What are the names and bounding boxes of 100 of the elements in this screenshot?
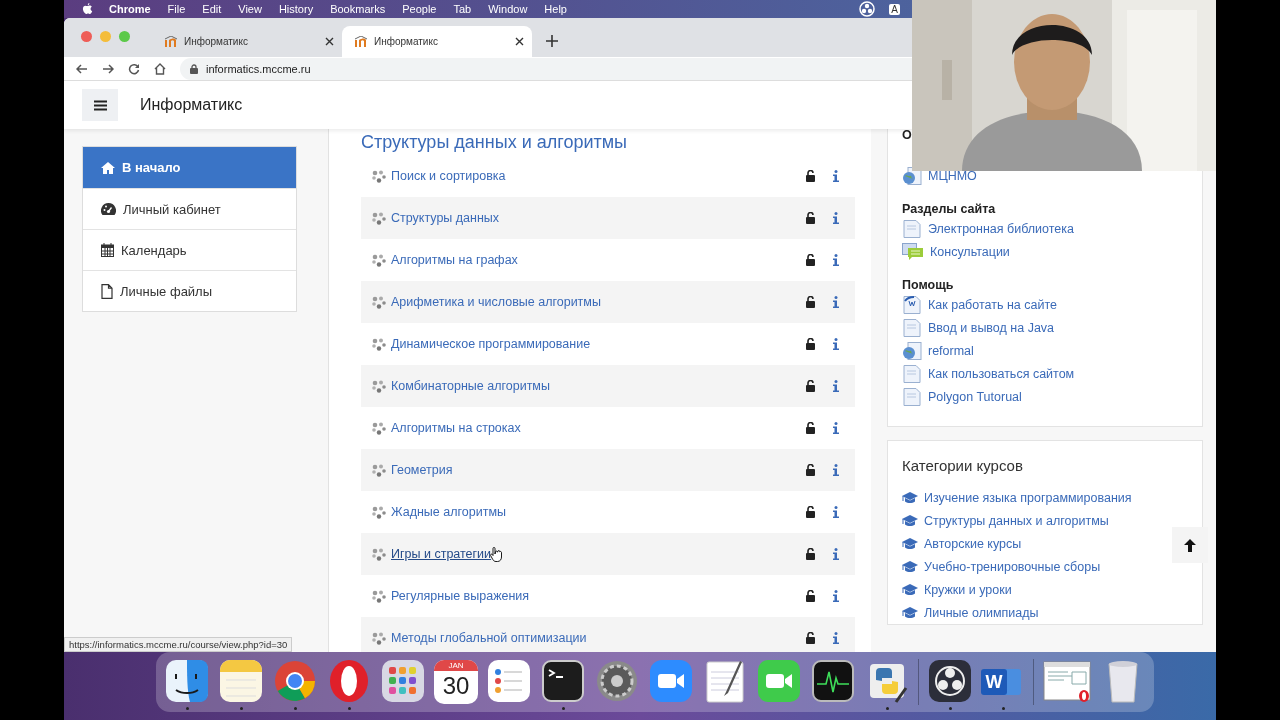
section-link[interactable]: Регулярные выражения bbox=[391, 589, 530, 603]
info-icon[interactable] bbox=[833, 422, 839, 434]
input-source-indicator[interactable]: A bbox=[889, 3, 900, 15]
info-icon[interactable] bbox=[833, 548, 839, 560]
category-link[interactable]: Учебно-тренировочные сборы bbox=[924, 559, 1101, 574]
close-tab-icon[interactable] bbox=[325, 37, 334, 46]
section-link[interactable]: Методы глобальной оптимизации bbox=[391, 631, 587, 645]
section-link[interactable]: Игры и стратегии bbox=[391, 547, 492, 561]
menu-button[interactable] bbox=[82, 89, 118, 121]
document-icon bbox=[902, 295, 922, 314]
nav-item[interactable]: Личные файлы bbox=[83, 270, 296, 311]
info-icon[interactable] bbox=[833, 338, 839, 350]
info-icon[interactable] bbox=[833, 296, 839, 308]
nav-item[interactable]: Личный кабинет bbox=[83, 188, 296, 229]
section-link[interactable]: Арифметика и числовые алгоритмы bbox=[391, 295, 601, 309]
info-icon[interactable] bbox=[833, 590, 839, 602]
site-favicon bbox=[164, 35, 178, 48]
browser-tab[interactable]: Информатикс bbox=[342, 26, 532, 57]
unlock-icon[interactable] bbox=[806, 338, 816, 350]
video-camera-app-icon[interactable] bbox=[648, 658, 694, 704]
back-icon[interactable] bbox=[76, 62, 88, 75]
unlock-icon[interactable] bbox=[806, 548, 816, 560]
forward-icon[interactable] bbox=[102, 62, 114, 75]
unlock-icon[interactable] bbox=[806, 464, 816, 476]
browser-app-icon[interactable] bbox=[272, 658, 318, 704]
section-icon bbox=[372, 631, 386, 645]
section-link[interactable]: Алгоритмы на графах bbox=[391, 253, 518, 267]
browser-tab[interactable]: Информатикс bbox=[152, 26, 342, 57]
info-icon[interactable] bbox=[833, 506, 839, 518]
unlock-icon[interactable] bbox=[806, 590, 816, 602]
lock-icon bbox=[190, 63, 198, 74]
menu-item[interactable]: Window bbox=[488, 3, 528, 15]
checklist-app-icon[interactable] bbox=[486, 658, 532, 704]
up-arrow-icon bbox=[1184, 538, 1196, 552]
app-menu[interactable]: Chrome bbox=[109, 3, 151, 15]
info-icon[interactable] bbox=[833, 380, 839, 392]
menu-item[interactable]: File bbox=[167, 3, 186, 15]
category-link[interactable]: Кружки и уроки bbox=[924, 582, 1012, 597]
menu-item[interactable]: History bbox=[278, 3, 314, 15]
gear-icon[interactable] bbox=[594, 658, 640, 704]
info-icon[interactable] bbox=[833, 254, 839, 266]
close-window-button[interactable] bbox=[81, 31, 92, 42]
block-link[interactable]: Электронная библиотека bbox=[928, 221, 1074, 236]
status-icon[interactable] bbox=[859, 1, 876, 17]
block-link[interactable]: Как пользоваться сайтом bbox=[928, 366, 1075, 381]
video-camera-app-icon[interactable] bbox=[756, 658, 802, 704]
unlock-icon[interactable] bbox=[806, 212, 816, 224]
block-link[interactable]: Консультации bbox=[930, 244, 1010, 259]
section-link[interactable]: Структуры данных bbox=[391, 211, 500, 225]
info-icon[interactable] bbox=[833, 464, 839, 476]
menu-item[interactable]: Bookmarks bbox=[330, 3, 386, 15]
info-icon[interactable] bbox=[833, 632, 839, 644]
unlock-icon[interactable] bbox=[806, 296, 816, 308]
block-title: Категории курсов bbox=[902, 457, 1024, 474]
block-link[interactable]: МЦНМО bbox=[928, 168, 977, 183]
reload-icon[interactable] bbox=[128, 62, 140, 75]
new-tab-icon[interactable] bbox=[546, 35, 558, 47]
section-link[interactable]: Алгоритмы на строках bbox=[391, 421, 521, 435]
block-heading: Разделы сайта bbox=[902, 201, 997, 217]
nav-item[interactable]: Календарь bbox=[83, 229, 296, 270]
window-preview-icon[interactable] bbox=[1042, 658, 1092, 704]
block-link[interactable]: reformal bbox=[928, 343, 974, 358]
menu-item[interactable]: People bbox=[402, 3, 437, 15]
monitor-graph-app-icon[interactable] bbox=[810, 658, 856, 704]
menu-item[interactable]: View bbox=[238, 3, 262, 15]
notepad-app-icon[interactable] bbox=[218, 658, 264, 704]
unlock-icon[interactable] bbox=[806, 254, 816, 266]
block-link[interactable]: Ввод и вывод на Java bbox=[928, 320, 1055, 335]
apple-icon[interactable] bbox=[82, 2, 93, 16]
section-link[interactable]: Жадные алгоритмы bbox=[391, 505, 506, 519]
menu-item[interactable]: Edit bbox=[202, 3, 222, 15]
section-link[interactable]: Динамическое программирование bbox=[391, 337, 591, 351]
unlock-icon[interactable] bbox=[806, 380, 816, 392]
calendar-app-icon[interactable]: JAN 30 bbox=[434, 660, 478, 704]
ring-app-icon[interactable] bbox=[927, 658, 973, 704]
section-link[interactable]: Комбинаторные алгоритмы bbox=[391, 379, 550, 393]
smiling-face-app-icon[interactable] bbox=[164, 658, 210, 704]
category-link[interactable]: Структуры данных и алгоритмы bbox=[924, 513, 1109, 528]
category-link[interactable]: Авторские курсы bbox=[924, 536, 1022, 551]
block-link[interactable]: Как работать на сайте bbox=[928, 297, 1057, 312]
menu-item[interactable]: Help bbox=[544, 3, 567, 15]
section-link[interactable]: Поиск и сортировка bbox=[391, 169, 506, 183]
unlock-icon[interactable] bbox=[806, 506, 816, 518]
info-icon[interactable] bbox=[833, 170, 839, 182]
unlock-icon[interactable] bbox=[806, 632, 816, 644]
section-link[interactable]: Геометрия bbox=[391, 463, 453, 477]
nav-item[interactable]: В начало bbox=[83, 147, 296, 188]
info-icon[interactable] bbox=[833, 212, 839, 224]
address-field[interactable]: informatics.mccme.ru bbox=[180, 57, 912, 80]
unlock-icon[interactable] bbox=[806, 170, 816, 182]
category-link[interactable]: Изучение языка программирования bbox=[924, 490, 1132, 505]
menu-item[interactable]: Tab bbox=[453, 3, 472, 15]
block-link[interactable]: Polygon Tutorual bbox=[928, 389, 1022, 404]
close-tab-icon[interactable] bbox=[515, 37, 524, 46]
app-grid-icon[interactable] bbox=[380, 658, 426, 704]
unlock-icon[interactable] bbox=[806, 422, 816, 434]
home-icon[interactable] bbox=[154, 62, 166, 75]
terminal-app-icon[interactable] bbox=[540, 658, 586, 704]
category-link[interactable]: Личные олимпиады bbox=[924, 605, 1039, 620]
site-title[interactable]: Информатикс bbox=[140, 96, 243, 114]
